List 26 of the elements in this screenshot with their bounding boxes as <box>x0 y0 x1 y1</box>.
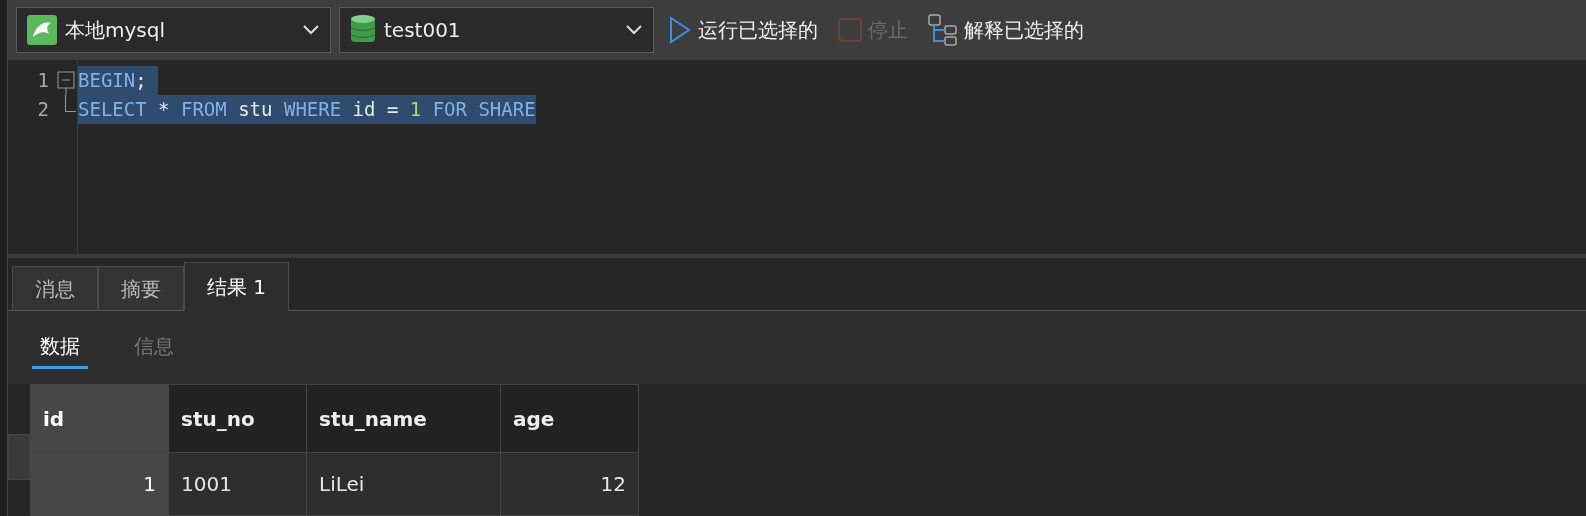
result-tab[interactable]: 消息 <box>12 266 98 310</box>
explain-button[interactable]: 解释已选择的 <box>922 10 1090 50</box>
database-dropdown[interactable]: test001 <box>339 7 654 53</box>
view-tab[interactable]: 数据 <box>32 325 88 369</box>
database-name: test001 <box>384 17 462 44</box>
table-cell: LiLei <box>306 452 501 516</box>
line-number: 2 <box>37 97 49 123</box>
connection-dropdown[interactable]: 本地mysql <box>16 7 331 53</box>
column-header[interactable]: stu_name <box>306 384 501 453</box>
diagram-icon <box>928 14 958 46</box>
result-tab[interactable]: 摘要 <box>98 266 184 310</box>
stop-icon <box>838 18 862 42</box>
run-button[interactable]: 运行已选择的 <box>662 11 824 49</box>
chevron-icon <box>302 24 320 36</box>
result-tab[interactable]: 结果 1 <box>184 262 290 311</box>
column-header[interactable]: stu_no <box>168 384 307 453</box>
play-icon <box>668 16 692 44</box>
chevron-icon <box>625 24 643 36</box>
table-cell: 1 <box>30 452 169 516</box>
table-cell: 12 <box>500 452 639 516</box>
connection-name: 本地mysql <box>65 17 166 44</box>
table-cell: 1001 <box>168 452 307 516</box>
column-header[interactable]: age <box>500 384 639 453</box>
fold-line <box>65 95 76 112</box>
column-header[interactable]: id <box>30 384 169 453</box>
line-number: 1 <box>37 68 49 94</box>
